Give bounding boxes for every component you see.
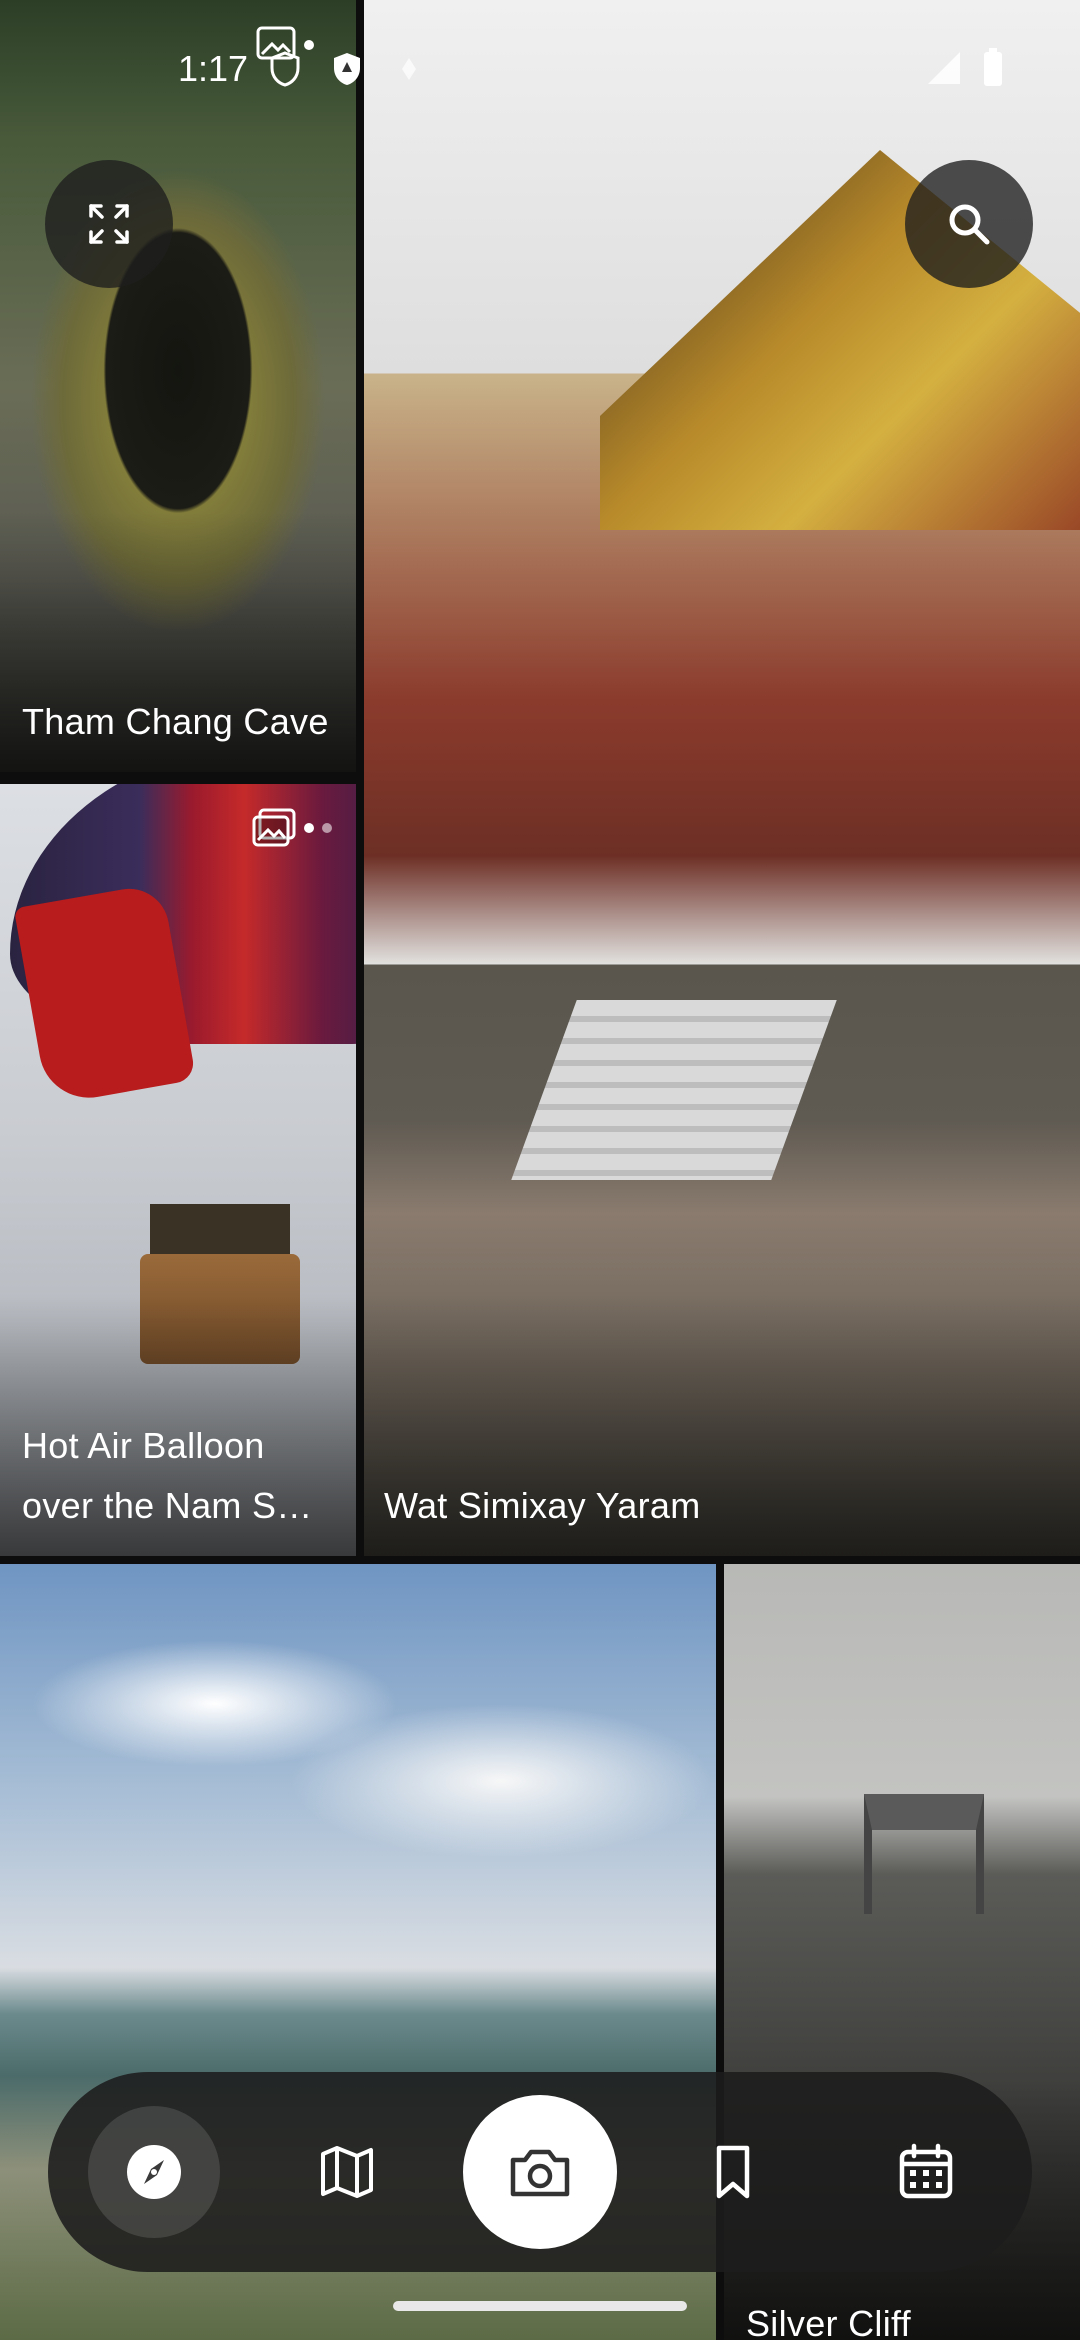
nav-saved[interactable] [703, 2142, 763, 2202]
nav-map[interactable] [317, 2142, 377, 2202]
photo-tile-hot-air-balloon[interactable]: Hot Air Balloon over the Nam S… [0, 784, 356, 1556]
camera-icon [510, 2149, 570, 2197]
fullscreen-button[interactable] [45, 160, 173, 288]
tile-caption: Tham Chang Cave [22, 701, 329, 742]
nav-calendar[interactable] [896, 2142, 956, 2202]
home-indicator[interactable] [393, 2301, 687, 2311]
camera-button[interactable] [463, 2095, 617, 2249]
bottom-navigation [48, 2072, 1032, 2272]
search-icon [949, 204, 990, 245]
photo-tile-tham-chang-cave[interactable]: Tham Chang Cave [0, 0, 356, 772]
gallery-badge [252, 808, 332, 848]
map-icon [321, 2146, 373, 2198]
image-gallery-icon [252, 808, 296, 847]
nav-explore[interactable] [88, 2106, 220, 2238]
tile-caption: Silver Cliff [746, 2303, 911, 2340]
compass-icon [127, 2145, 181, 2199]
calendar-icon [899, 2143, 953, 2199]
search-button[interactable] [905, 160, 1033, 288]
bookmark-icon [716, 2145, 750, 2199]
tile-caption: Wat Simixay Yaram [384, 1485, 701, 1526]
tile-caption: Hot Air Balloon over the Nam S… [22, 1425, 313, 1526]
expand-icon [89, 204, 129, 244]
